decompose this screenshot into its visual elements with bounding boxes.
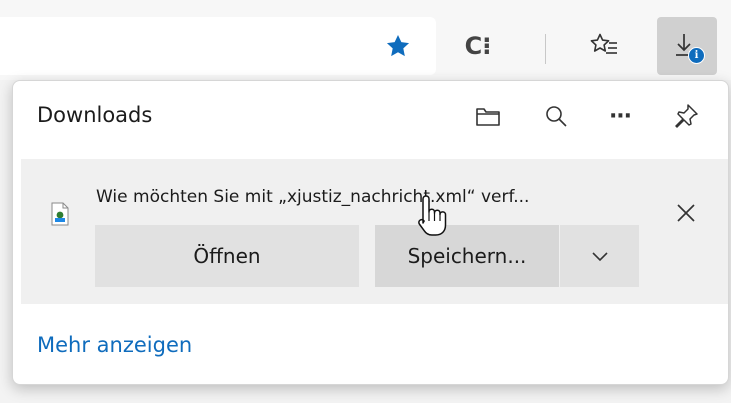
- open-button[interactable]: Öffnen: [95, 225, 359, 287]
- close-icon: [677, 204, 695, 222]
- collections-icon: C⁝: [464, 32, 492, 60]
- download-prompt-text: Wie möchten Sie mit „xjustiz_nachricht.x…: [96, 187, 530, 207]
- favorites-icon: [590, 33, 617, 54]
- search-icon: [546, 106, 567, 127]
- favorites-button[interactable]: [578, 17, 630, 75]
- favorite-star-button[interactable]: [372, 17, 424, 75]
- dismiss-download-button[interactable]: [668, 195, 704, 231]
- more-options-icon: ···: [608, 103, 632, 129]
- open-folder-icon: [476, 108, 500, 126]
- show-more-link[interactable]: Mehr anzeigen: [37, 333, 192, 357]
- hand-pointer-cursor-icon: [418, 195, 447, 236]
- download-item: Wie möchten Sie mit „xjustiz_nachricht.x…: [21, 159, 728, 304]
- address-bar[interactable]: [0, 17, 436, 75]
- save-button[interactable]: Speichern...: [375, 225, 559, 287]
- downloads-button[interactable]: i: [657, 17, 717, 75]
- downloads-flyout: Downloads ··· Wie möchten Sie mit „xjust…: [12, 80, 729, 385]
- chevron-down-icon: [591, 252, 608, 262]
- search-downloads-button[interactable]: [539, 99, 573, 133]
- pin-icon: [675, 104, 698, 128]
- star-icon: [386, 34, 410, 57]
- save-options-dropdown[interactable]: [559, 225, 639, 287]
- xml-file-icon: [51, 202, 69, 226]
- pin-panel-button[interactable]: [669, 99, 703, 133]
- browser-toolbar: C⁝ i: [0, 0, 731, 80]
- open-downloads-folder-button[interactable]: [471, 99, 505, 133]
- more-options-button[interactable]: ···: [603, 99, 637, 133]
- collections-button[interactable]: C⁝: [452, 17, 504, 75]
- download-info-badge: i: [688, 47, 705, 64]
- panel-title: Downloads: [37, 103, 153, 127]
- toolbar-separator: [545, 34, 546, 64]
